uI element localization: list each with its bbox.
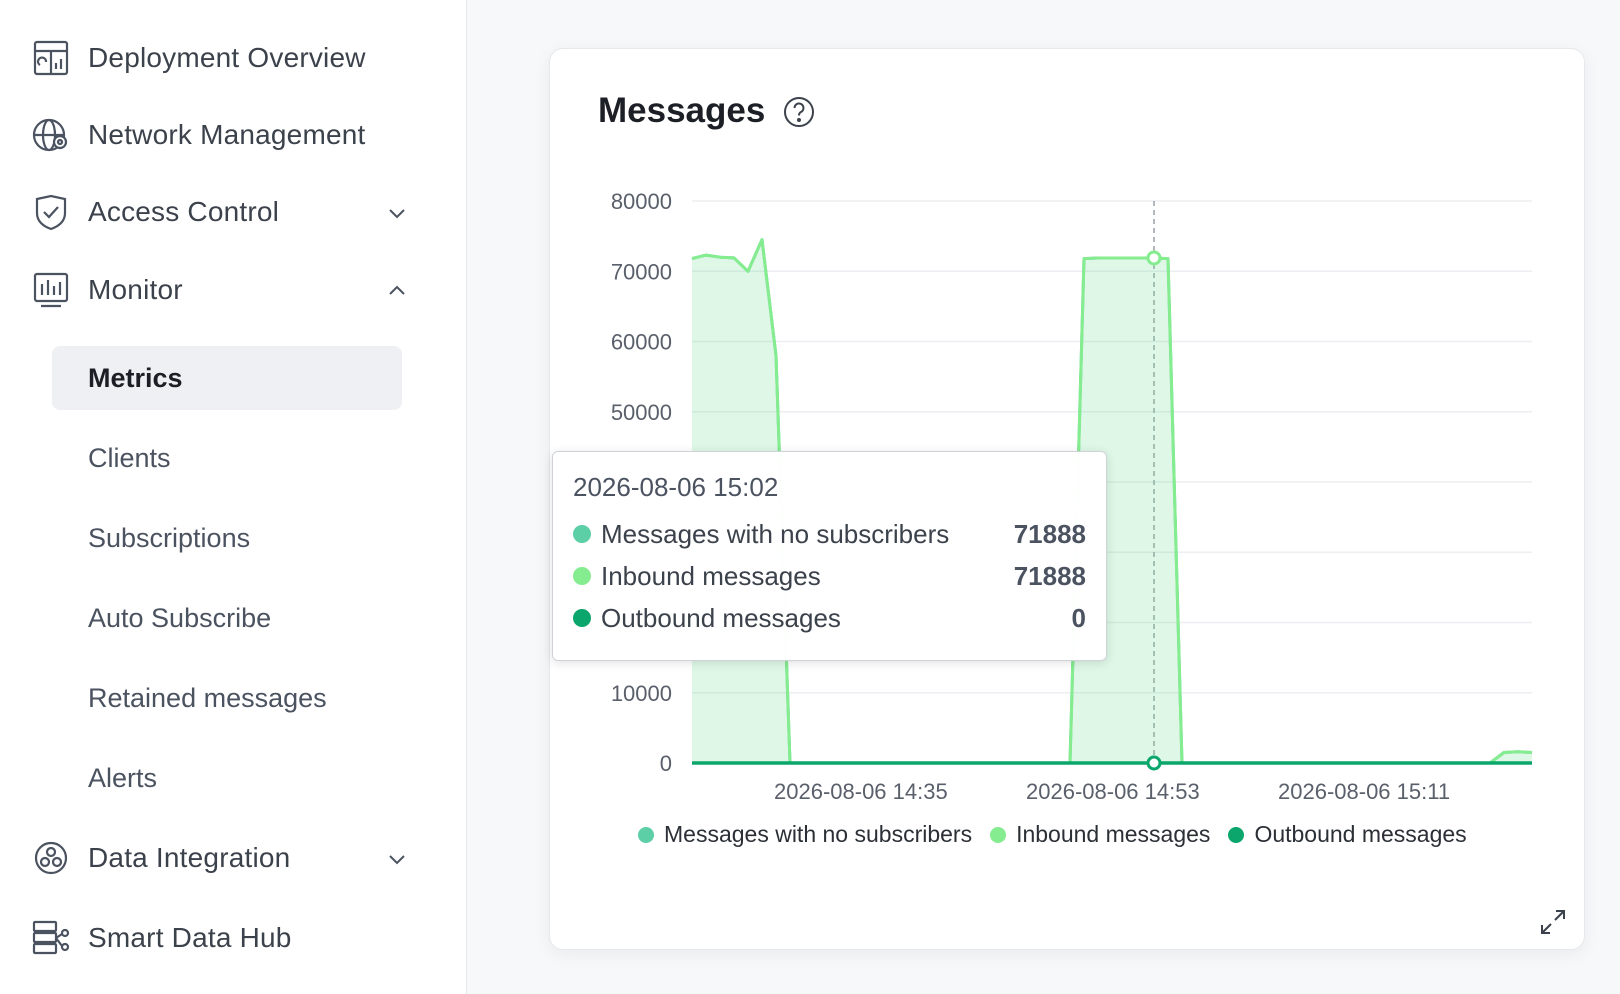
hover-point bbox=[1146, 250, 1162, 266]
sidebar-item-network-management[interactable]: Network Management bbox=[32, 103, 432, 167]
tooltip-dot bbox=[573, 525, 591, 543]
y-tick-label: 60000 bbox=[611, 330, 672, 355]
expand-icon[interactable] bbox=[1538, 907, 1568, 937]
sidebar-item-data-integration[interactable]: Data Integration bbox=[32, 826, 432, 890]
data-hub-icon bbox=[32, 919, 70, 957]
y-tick-label: 10000 bbox=[611, 681, 672, 706]
legend-item-outbound[interactable]: Outbound messages bbox=[1228, 821, 1467, 848]
sidebar-subitem-subscriptions[interactable]: Subscriptions bbox=[52, 506, 402, 570]
chart-tooltip: 2026-08-06 15:02 Messages with no subscr… bbox=[552, 451, 1107, 661]
tooltip-series-name: Inbound messages bbox=[601, 560, 821, 591]
sidebar-subitem-alerts[interactable]: Alerts bbox=[52, 746, 402, 810]
legend-item-inbound[interactable]: Inbound messages bbox=[990, 821, 1210, 848]
y-tick-label: 0 bbox=[660, 751, 672, 776]
dashboard-icon bbox=[32, 39, 70, 77]
legend-dot bbox=[990, 826, 1007, 843]
x-tick-label: 2026-08-06 14:53 bbox=[1026, 779, 1200, 804]
sidebar: Deployment Overview Network Management A… bbox=[0, 0, 467, 994]
chevron-down-icon[interactable] bbox=[386, 202, 408, 224]
sidebar-subitem-retained-messages[interactable]: Retained messages bbox=[52, 666, 402, 730]
tooltip-series-value: 71888 bbox=[1013, 560, 1086, 591]
tooltip-row: Outbound messages 0 bbox=[573, 597, 1086, 639]
bar-chart-icon bbox=[32, 271, 70, 309]
tooltip-row: Messages with no subscribers 71888 bbox=[573, 513, 1086, 555]
chevron-down-icon[interactable] bbox=[386, 848, 408, 870]
chart-legend: Messages with no subscribers Inbound mes… bbox=[638, 821, 1467, 848]
sidebar-item-label: Monitor bbox=[88, 274, 183, 305]
y-tick-label: 80000 bbox=[611, 189, 672, 214]
legend-label: Inbound messages bbox=[1016, 821, 1211, 847]
tooltip-dot bbox=[573, 609, 591, 627]
sidebar-item-monitor[interactable]: Monitor bbox=[32, 258, 432, 322]
tooltip-series-value: 71888 bbox=[1013, 518, 1086, 549]
tooltip-row: Inbound messages 71888 bbox=[573, 555, 1086, 597]
y-tick-label: 50000 bbox=[611, 400, 672, 425]
legend-dot bbox=[1228, 826, 1245, 843]
tooltip-series-name: Messages with no subscribers bbox=[601, 518, 950, 549]
sidebar-subitem-metrics[interactable]: Metrics bbox=[52, 346, 402, 410]
sidebar-item-label: Data Integration bbox=[88, 842, 291, 873]
tooltip-series-name: Outbound messages bbox=[601, 602, 841, 633]
legend-label: Messages with no subscribers bbox=[664, 821, 973, 847]
hover-point bbox=[1146, 755, 1162, 771]
y-tick-label: 70000 bbox=[611, 259, 672, 284]
sidebar-item-access-control[interactable]: Access Control bbox=[32, 180, 432, 244]
shield-check-icon bbox=[32, 193, 70, 231]
tooltip-time: 2026-08-06 15:02 bbox=[573, 472, 779, 502]
legend-item-no-subscribers[interactable]: Messages with no subscribers bbox=[638, 821, 972, 848]
messages-chart[interactable]: 0 10000 50000 60000 70000 80000 2026-08-06 14:… bbox=[550, 49, 1586, 829]
sidebar-item-deployment-overview[interactable]: Deployment Overview bbox=[32, 26, 432, 90]
x-tick-label: 2026-08-06 14:35 bbox=[774, 779, 948, 804]
sidebar-item-label: Access Control bbox=[88, 196, 280, 227]
x-tick-label: 2026-08-06 15:11 bbox=[1278, 779, 1450, 804]
tooltip-series-value: 0 bbox=[1071, 602, 1086, 633]
integration-icon bbox=[32, 839, 70, 877]
tooltip-dot bbox=[573, 567, 591, 585]
sidebar-subitem-auto-subscribe[interactable]: Auto Subscribe bbox=[52, 586, 402, 650]
sidebar-item-smart-data-hub[interactable]: Smart Data Hub bbox=[32, 906, 432, 970]
sidebar-subitem-clients[interactable]: Clients bbox=[52, 426, 402, 490]
legend-label: Outbound messages bbox=[1254, 821, 1467, 847]
legend-dot bbox=[638, 826, 654, 843]
chevron-up-icon[interactable] bbox=[386, 280, 408, 302]
sidebar-item-label: Smart Data Hub bbox=[88, 922, 292, 953]
globe-gear-icon bbox=[32, 116, 70, 154]
sidebar-item-label: Network Management bbox=[88, 119, 366, 150]
sidebar-item-label: Deployment Overview bbox=[88, 42, 366, 73]
